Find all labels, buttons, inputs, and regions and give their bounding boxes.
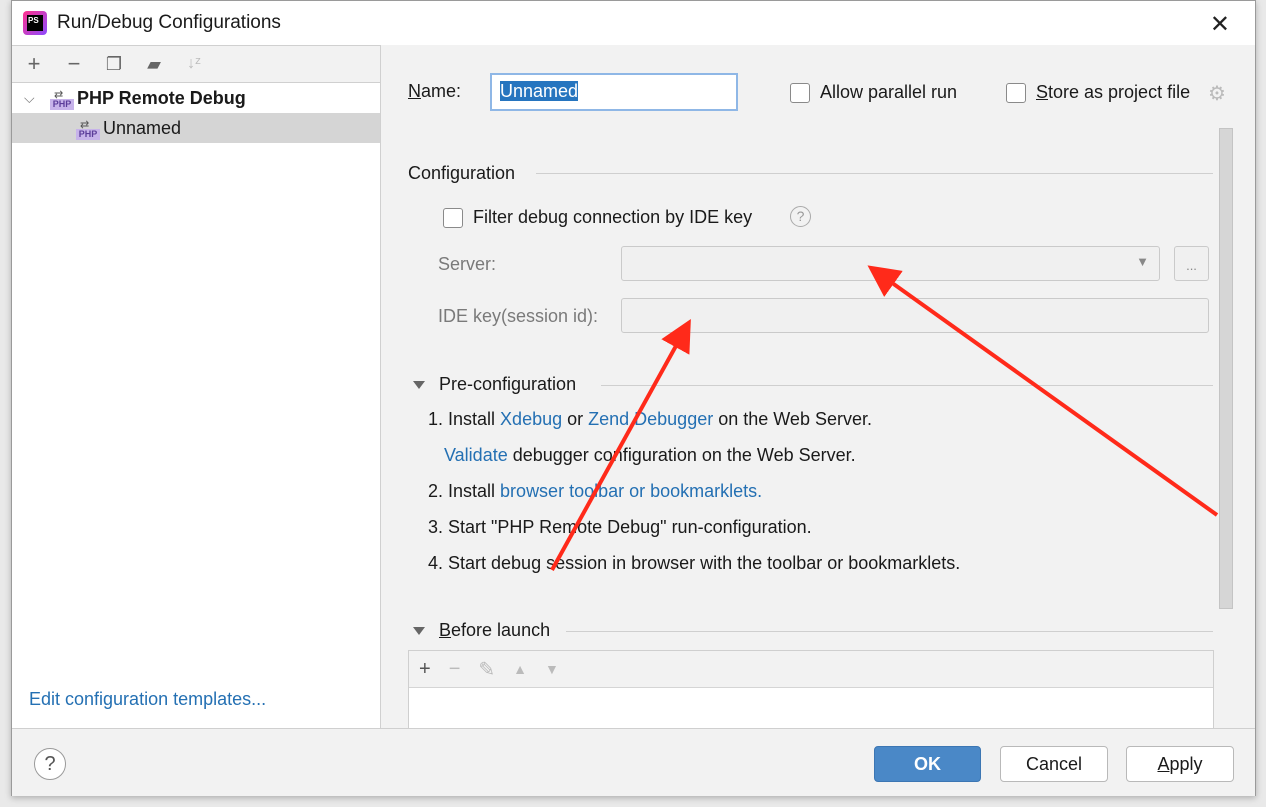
annotation-arrow-server: [867, 265, 1219, 517]
annotation-arrows: [550, 265, 1219, 571]
annotation-arrow-ide-key: [550, 318, 691, 571]
